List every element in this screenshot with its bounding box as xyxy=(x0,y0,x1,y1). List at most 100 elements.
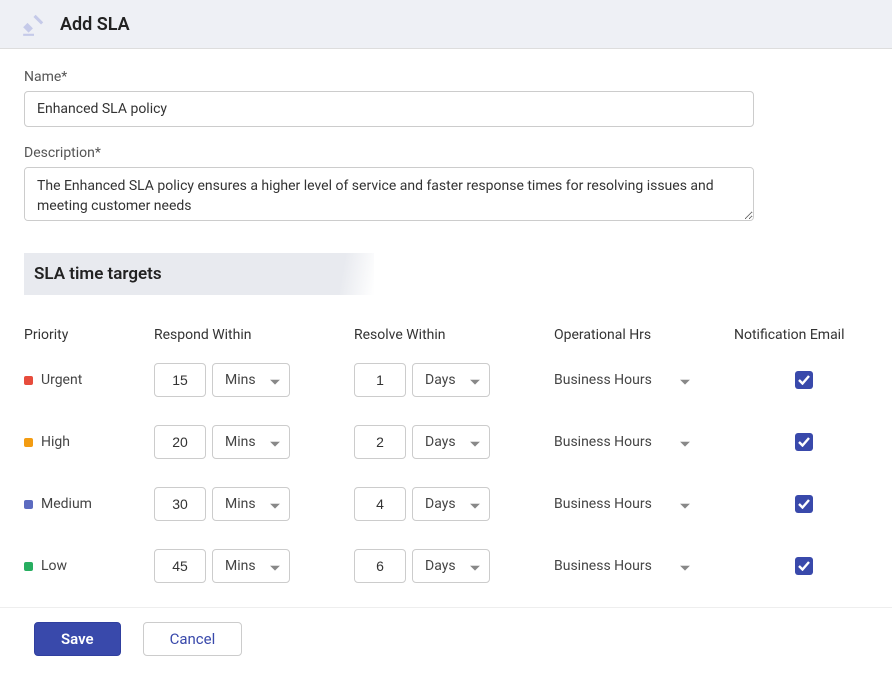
priority-label: High xyxy=(41,434,70,450)
priority-cell: High xyxy=(24,434,154,450)
chevron-down-icon xyxy=(680,560,690,576)
notify-cell xyxy=(734,371,874,389)
table-row: Urgent Mins Days Business Hours xyxy=(24,349,868,411)
resolve-value-input[interactable] xyxy=(354,549,406,583)
section-header: SLA time targets xyxy=(24,253,868,295)
priority-dot-icon xyxy=(24,500,33,509)
op-hrs-cell: Business Hours xyxy=(554,487,734,521)
resolve-unit-select[interactable]: Days xyxy=(412,363,490,397)
respond-unit-select[interactable]: Mins xyxy=(212,549,290,583)
save-button[interactable]: Save xyxy=(34,622,121,656)
resolve-cell: Days xyxy=(354,549,554,583)
notify-cell xyxy=(734,557,874,575)
respond-unit-label: Mins xyxy=(225,496,256,512)
chevron-down-icon xyxy=(680,374,690,390)
col-notify: Notification Email xyxy=(734,327,874,343)
respond-cell: Mins xyxy=(154,363,354,397)
table-row: Low Mins Days Business Hours xyxy=(24,535,868,597)
content-area: Name* Description* The Enhanced SLA poli… xyxy=(0,49,892,597)
respond-unit-select[interactable]: Mins xyxy=(212,363,290,397)
op-hrs-cell: Business Hours xyxy=(554,549,734,583)
chevron-down-icon xyxy=(270,374,280,390)
resolve-unit-select[interactable]: Days xyxy=(412,487,490,521)
notify-checkbox[interactable] xyxy=(795,371,813,389)
col-respond: Respond Within xyxy=(154,327,354,343)
description-label: Description* xyxy=(24,145,868,161)
op-hrs-select[interactable]: Business Hours xyxy=(554,363,694,397)
page-header: Add SLA xyxy=(0,0,892,49)
priority-label: Medium xyxy=(41,496,92,512)
resolve-cell: Days xyxy=(354,363,554,397)
page-title: Add SLA xyxy=(60,14,130,35)
respond-value-input[interactable] xyxy=(154,487,206,521)
respond-value-input[interactable] xyxy=(154,425,206,459)
resolve-unit-select[interactable]: Days xyxy=(412,549,490,583)
priority-cell: Medium xyxy=(24,496,154,512)
table-row: High Mins Days Business Hours xyxy=(24,411,868,473)
respond-unit-select[interactable]: Mins xyxy=(212,487,290,521)
op-hrs-select[interactable]: Business Hours xyxy=(554,549,694,583)
op-hrs-label: Business Hours xyxy=(554,496,652,512)
op-hrs-select[interactable]: Business Hours xyxy=(554,425,694,459)
priority-dot-icon xyxy=(24,562,33,571)
chevron-down-icon xyxy=(680,498,690,514)
priority-label: Urgent xyxy=(41,372,82,388)
op-hrs-label: Business Hours xyxy=(554,434,652,450)
respond-unit-label: Mins xyxy=(225,372,256,388)
op-hrs-label: Business Hours xyxy=(554,558,652,574)
chevron-down-icon xyxy=(470,436,480,452)
priority-dot-icon xyxy=(24,438,33,447)
respond-value-input[interactable] xyxy=(154,549,206,583)
chevron-down-icon xyxy=(270,498,280,514)
resolve-cell: Days xyxy=(354,487,554,521)
respond-cell: Mins xyxy=(154,549,354,583)
notify-checkbox[interactable] xyxy=(795,557,813,575)
priority-dot-icon xyxy=(24,376,33,385)
notify-checkbox[interactable] xyxy=(795,433,813,451)
chevron-down-icon xyxy=(470,498,480,514)
resolve-unit-label: Days xyxy=(425,558,456,574)
resolve-value-input[interactable] xyxy=(354,487,406,521)
op-hrs-cell: Business Hours xyxy=(554,363,734,397)
gavel-icon xyxy=(20,10,48,38)
name-input[interactable] xyxy=(24,91,754,127)
resolve-unit-select[interactable]: Days xyxy=(412,425,490,459)
sla-targets-table: Priority Respond Within Resolve Within O… xyxy=(24,313,868,597)
notify-cell xyxy=(734,495,874,513)
table-row: Medium Mins Days Business Hours xyxy=(24,473,868,535)
respond-unit-label: Mins xyxy=(225,434,256,450)
col-priority: Priority xyxy=(24,327,154,343)
section-title: SLA time targets xyxy=(24,253,868,295)
chevron-down-icon xyxy=(680,436,690,452)
op-hrs-cell: Business Hours xyxy=(554,425,734,459)
resolve-unit-label: Days xyxy=(425,372,456,388)
resolve-unit-label: Days xyxy=(425,434,456,450)
chevron-down-icon xyxy=(270,560,280,576)
respond-unit-label: Mins xyxy=(225,558,256,574)
resolve-value-input[interactable] xyxy=(354,425,406,459)
description-textarea[interactable]: The Enhanced SLA policy ensures a higher… xyxy=(24,167,754,221)
name-field-group: Name* xyxy=(24,69,868,127)
op-hrs-select[interactable]: Business Hours xyxy=(554,487,694,521)
name-label: Name* xyxy=(24,69,868,85)
chevron-down-icon xyxy=(470,560,480,576)
priority-label: Low xyxy=(41,558,67,574)
respond-cell: Mins xyxy=(154,425,354,459)
respond-cell: Mins xyxy=(154,487,354,521)
chevron-down-icon xyxy=(470,374,480,390)
notify-checkbox[interactable] xyxy=(795,495,813,513)
op-hrs-label: Business Hours xyxy=(554,372,652,388)
priority-cell: Urgent xyxy=(24,372,154,388)
resolve-cell: Days xyxy=(354,425,554,459)
col-op-hrs: Operational Hrs xyxy=(554,327,734,343)
chevron-down-icon xyxy=(270,436,280,452)
resolve-unit-label: Days xyxy=(425,496,456,512)
cancel-button[interactable]: Cancel xyxy=(143,622,243,656)
resolve-value-input[interactable] xyxy=(354,363,406,397)
priority-cell: Low xyxy=(24,558,154,574)
respond-unit-select[interactable]: Mins xyxy=(212,425,290,459)
col-resolve: Resolve Within xyxy=(354,327,554,343)
table-header-row: Priority Respond Within Resolve Within O… xyxy=(24,313,868,349)
description-field-group: Description* The Enhanced SLA policy ens… xyxy=(24,145,868,225)
respond-value-input[interactable] xyxy=(154,363,206,397)
